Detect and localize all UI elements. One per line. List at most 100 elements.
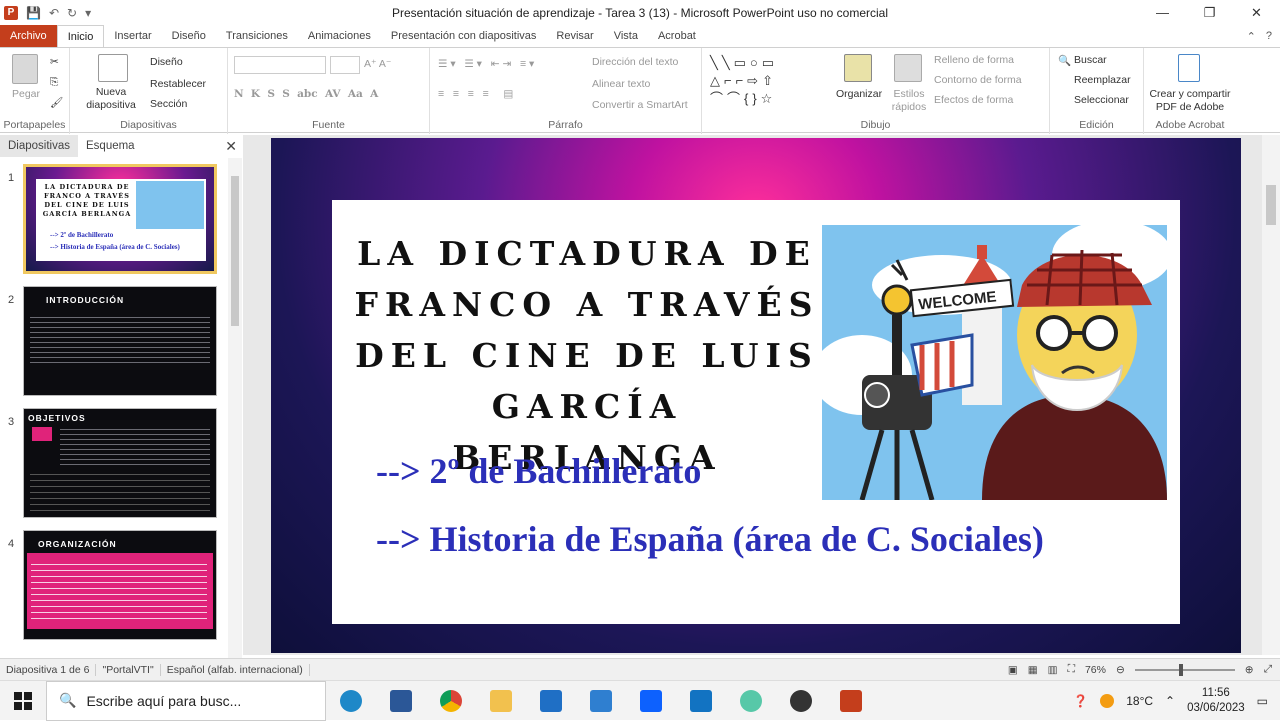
shape-effects-button[interactable]: Efectos de forma (934, 94, 1013, 106)
align-buttons[interactable]: ≡ ≡ ≡ ≡ ▤ (438, 88, 513, 100)
powerpoint-taskbar-icon[interactable] (826, 681, 876, 721)
group-acrobat: Crear y compartir PDF de Adobe Adobe Acr… (1144, 48, 1236, 134)
shapes-gallery[interactable]: ╲╲▭○▭ △⌐⌐⇨⇧ ⌒⌒{}☆ (710, 54, 778, 108)
file-explorer-icon[interactable] (476, 681, 526, 721)
arrange-icon[interactable] (844, 54, 872, 82)
paste-icon[interactable] (12, 54, 38, 84)
thumbnail-slide-2[interactable]: INTRODUCCIÓN (23, 286, 217, 396)
scrollbar-thumb[interactable] (231, 176, 239, 326)
font-format-buttons[interactable]: N K S S abc AV Aa A (234, 88, 378, 100)
paste-button[interactable]: Pegar (12, 88, 40, 100)
line-1-arrow: --> (376, 451, 430, 491)
close-button[interactable]: ✕ (1233, 0, 1280, 25)
cut-icon[interactable]: ✂ (50, 56, 59, 68)
help-icon[interactable]: ? (1266, 30, 1272, 42)
slide-sorter-icon[interactable]: ▦ (1028, 664, 1038, 676)
redo-icon[interactable]: ↻ (67, 6, 77, 20)
notifications-icon[interactable]: ▭ (1257, 694, 1268, 708)
quick-styles-button[interactable]: Estilos rápidos (885, 88, 933, 114)
zoom-slider[interactable] (1134, 663, 1235, 676)
app-icon[interactable] (676, 681, 726, 721)
create-pdf-button[interactable]: Crear y compartir PDF de Adobe (1144, 88, 1236, 114)
tab-animaciones[interactable]: Animaciones (298, 25, 381, 47)
normal-view-icon[interactable]: ▣ (1008, 664, 1018, 676)
section-button[interactable]: Sección (150, 98, 187, 110)
font-family-select[interactable] (234, 56, 326, 74)
slideshow-icon[interactable]: ⛶ (1068, 663, 1075, 676)
thumbnail-slide-1[interactable]: LA DICTADURA DE FRANCO A TRAVÉS DEL CINE… (23, 164, 217, 274)
slide-line-2[interactable]: --> Historia de España (área de C. Socia… (376, 518, 1044, 560)
slide-scrollbar[interactable] (1262, 135, 1280, 655)
fit-slide-icon[interactable]: ⤢ (1264, 663, 1272, 676)
slide-scrollbar-thumb[interactable] (1266, 185, 1276, 225)
mail-icon[interactable] (576, 681, 626, 721)
zoom-in-icon[interactable]: ⊕ (1245, 664, 1254, 676)
grow-font-icon[interactable]: A⁺ A⁻ (364, 58, 391, 70)
thumbnail-slide-4[interactable]: ORGANIZACIÓN (23, 530, 217, 640)
tab-diapositivas[interactable]: Diapositivas (0, 135, 78, 157)
zoom-level[interactable]: 76% (1085, 664, 1106, 676)
slide-line-1[interactable]: --> 2º de Bachillerato (376, 450, 701, 492)
store-icon[interactable] (526, 681, 576, 721)
reset-button[interactable]: Restablecer (150, 78, 206, 90)
format-painter-icon[interactable]: 🖌 (50, 96, 63, 109)
shape-outline-button[interactable]: Contorno de forma (934, 74, 1022, 86)
tab-revisar[interactable]: Revisar (546, 25, 603, 47)
tab-esquema[interactable]: Esquema (78, 135, 143, 157)
copy-icon[interactable]: ⎘ (50, 76, 58, 89)
find-button[interactable]: Buscar (1074, 54, 1107, 66)
temperature[interactable]: 18°C (1126, 694, 1153, 708)
tab-vista[interactable]: Vista (604, 25, 648, 47)
quick-styles-icon[interactable] (894, 54, 922, 82)
list-buttons[interactable]: ☰ ▾ ☰ ▾ ⇤ ⇥ ≡ ▾ (438, 58, 534, 70)
chrome-icon[interactable] (426, 681, 476, 721)
zoom-out-icon[interactable]: ⊖ (1116, 664, 1125, 676)
dropbox-icon[interactable] (626, 681, 676, 721)
new-slide-button[interactable]: Nueva diapositiva (84, 86, 138, 112)
arrange-button[interactable]: Organizar (836, 88, 882, 100)
slide-title[interactable]: LA DICTADURA DE FRANCO A TRAVÉS DEL CINE… (352, 228, 822, 483)
help-tray-icon[interactable]: ❓ (1073, 694, 1088, 708)
tab-presentacion[interactable]: Presentación con diapositivas (381, 25, 547, 47)
customize-toolbar-icon[interactable]: ▾ (85, 6, 91, 20)
minimize-button[interactable]: — (1139, 0, 1186, 25)
create-pdf-icon[interactable] (1178, 54, 1200, 82)
undo-icon[interactable]: ↶ (49, 6, 59, 20)
minimize-ribbon-icon[interactable]: ⌃ (1247, 30, 1256, 43)
word-icon[interactable] (376, 681, 426, 721)
shape-fill-button[interactable]: Relleno de forma (934, 54, 1014, 66)
edge-icon[interactable] (326, 681, 376, 721)
new-slide-icon[interactable] (98, 54, 128, 82)
text-direction-button[interactable]: Dirección del texto (592, 56, 678, 68)
recorder-icon[interactable] (776, 681, 826, 721)
berlanga-illustration[interactable]: WELCOME (822, 225, 1167, 500)
smartart-button[interactable]: Convertir a SmartArt (592, 99, 688, 111)
tab-diseno[interactable]: Diseño (162, 25, 216, 47)
tab-acrobat[interactable]: Acrobat (648, 25, 706, 47)
tab-archivo[interactable]: Archivo (0, 25, 57, 47)
powerpoint-logo-icon[interactable]: P (4, 5, 18, 20)
layout-button[interactable]: Diseño (150, 56, 183, 68)
font-size-select[interactable] (330, 56, 360, 74)
tab-inicio[interactable]: Inicio (56, 25, 105, 47)
select-button[interactable]: Seleccionar (1074, 94, 1129, 106)
current-slide[interactable]: LA DICTADURA DE FRANCO A TRAVÉS DEL CINE… (271, 138, 1241, 653)
tray-chevron-icon[interactable]: ⌃ (1165, 694, 1175, 708)
close-pane-icon[interactable]: ✕ (225, 138, 243, 155)
clock[interactable]: 11:56 03/06/2023 (1187, 686, 1245, 716)
save-icon[interactable]: 💾 (26, 6, 41, 20)
taskbar-search[interactable]: 🔍 Escribe aquí para busc... (46, 680, 326, 721)
thumbnail-slide-3[interactable]: OBJETIVOS (23, 408, 217, 518)
start-button[interactable] (0, 681, 46, 721)
zoom-slider-handle[interactable] (1178, 663, 1183, 676)
replace-button[interactable]: Reemplazar (1074, 74, 1131, 86)
language-indicator[interactable]: Español (alfab. internacional) (161, 663, 310, 676)
tab-insertar[interactable]: Insertar (104, 25, 161, 47)
thumbnails-scrollbar[interactable] (228, 158, 242, 658)
reading-view-icon[interactable]: ▥ (1048, 664, 1058, 676)
align-text-button[interactable]: Alinear texto (592, 78, 650, 90)
link-icon[interactable] (726, 681, 776, 721)
tab-transiciones[interactable]: Transiciones (216, 25, 298, 47)
weather-icon[interactable] (1100, 693, 1115, 708)
restore-button[interactable]: ❐ (1186, 0, 1233, 25)
